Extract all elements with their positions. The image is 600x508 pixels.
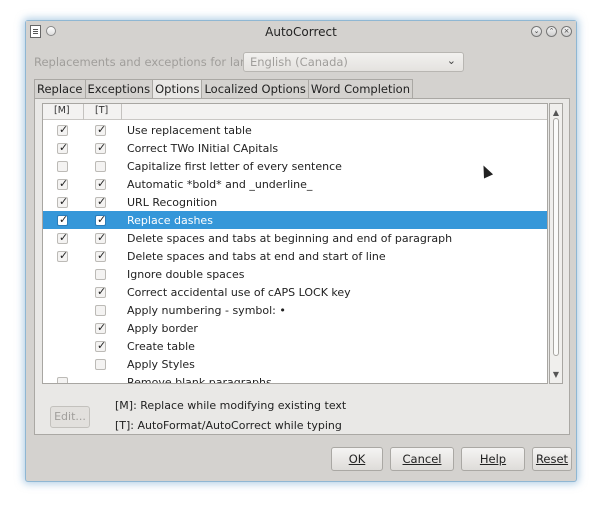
column-separator: [83, 104, 84, 120]
checkbox-m[interactable]: [57, 123, 68, 136]
tab-word-completion[interactable]: Word Completion: [307, 79, 414, 99]
checkbox-t[interactable]: [95, 249, 106, 262]
minimize-icon[interactable]: ⌄: [531, 26, 542, 37]
option-label: Delete spaces and tabs at beginning and …: [127, 232, 453, 245]
option-label: Create table: [127, 340, 195, 353]
maximize-icon[interactable]: ⌃: [546, 26, 557, 37]
option-row[interactable]: Apply border: [43, 319, 547, 337]
cancel-button[interactable]: Cancel: [390, 447, 454, 471]
checkbox-m[interactable]: [57, 249, 68, 262]
edit-button[interactable]: Edit...: [50, 406, 90, 428]
tab-localized-options[interactable]: Localized Options: [201, 79, 309, 99]
language-selected-value: English (Canada): [250, 55, 348, 69]
option-label: Apply Styles: [127, 358, 195, 371]
scroll-thumb[interactable]: [553, 118, 559, 356]
close-icon[interactable]: ×: [561, 26, 572, 37]
vertical-scrollbar[interactable]: ▲ ▼: [549, 103, 563, 384]
checkbox-t[interactable]: [95, 213, 106, 226]
option-label: Remove blank paragraphs: [127, 376, 272, 384]
scroll-down-icon[interactable]: ▼: [551, 369, 561, 380]
option-row[interactable]: Correct TWo INitial CApitals: [43, 139, 547, 157]
checkbox-t[interactable]: [95, 321, 106, 334]
column-header-m[interactable]: [M]: [54, 105, 70, 116]
checkbox-m[interactable]: [57, 141, 68, 154]
checkbox-t[interactable]: [95, 177, 106, 190]
option-row[interactable]: Correct accidental use of cAPS LOCK key: [43, 283, 547, 301]
option-row[interactable]: Use replacement table: [43, 121, 547, 139]
options-list[interactable]: [M] [T] Use replacement table Correct TWo…: [42, 103, 548, 384]
checkbox-t[interactable]: [95, 161, 106, 172]
option-row[interactable]: Automatic *bold* and _underline_: [43, 175, 547, 193]
option-row[interactable]: Delete spaces and tabs at end and start …: [43, 247, 547, 265]
title-bar[interactable]: AutoCorrect ⌄ ⌃ ×: [26, 21, 576, 43]
checkbox-m[interactable]: [57, 231, 68, 244]
option-row[interactable]: Replace dashes: [43, 211, 547, 229]
window-title: AutoCorrect: [265, 25, 337, 39]
option-row[interactable]: Remove blank paragraphs: [43, 373, 547, 384]
options-panel: [M] [T] Use replacement table Correct TWo…: [34, 98, 570, 435]
checkbox-t[interactable]: [95, 269, 106, 280]
option-label: Apply numbering - symbol: •: [127, 304, 286, 317]
scroll-up-icon[interactable]: ▲: [551, 107, 561, 118]
tab-options[interactable]: Options: [152, 79, 203, 100]
checkbox-t[interactable]: [95, 231, 106, 244]
option-label: Ignore double spaces: [127, 268, 245, 281]
option-label: Correct accidental use of cAPS LOCK key: [127, 286, 351, 299]
checkbox-t[interactable]: [95, 141, 106, 154]
list-header: [M] [T]: [43, 104, 547, 120]
tab-replace[interactable]: Replace: [34, 79, 86, 99]
option-label: Delete spaces and tabs at end and start …: [127, 250, 386, 263]
ok-button-label: OK: [348, 452, 366, 466]
reset-button[interactable]: Reset: [532, 447, 572, 471]
option-label: Replace dashes: [127, 214, 213, 227]
cancel-button-label: Cancel: [402, 452, 442, 466]
checkbox-m[interactable]: [57, 195, 68, 208]
reset-button-label: Reset: [535, 452, 569, 466]
legend-m: [M]: Replace while modifying existing te…: [115, 399, 347, 412]
option-label: Capitalize first letter of every sentenc…: [127, 160, 342, 173]
option-row[interactable]: Apply numbering - symbol: •: [43, 301, 547, 319]
option-label: Use replacement table: [127, 124, 252, 137]
option-label: Correct TWo INitial CApitals: [127, 142, 279, 155]
options-rows: Use replacement table Correct TWo INitial…: [43, 121, 547, 384]
column-header-t[interactable]: [T]: [95, 105, 108, 116]
option-row[interactable]: Ignore double spaces: [43, 265, 547, 283]
checkbox-m[interactable]: [57, 177, 68, 190]
help-button[interactable]: Help: [461, 447, 525, 471]
option-row[interactable]: Create table: [43, 337, 547, 355]
language-select[interactable]: English (Canada) ⌄: [243, 52, 464, 72]
legend-t: [T]: AutoFormat/AutoCorrect while typing: [115, 419, 342, 432]
checkbox-m[interactable]: [57, 377, 68, 383]
ok-button[interactable]: OK: [331, 447, 383, 471]
option-label: Apply border: [127, 322, 198, 335]
help-button-label: Help: [479, 452, 507, 466]
checkbox-t[interactable]: [95, 305, 106, 316]
option-row[interactable]: Apply Styles: [43, 355, 547, 373]
checkbox-t[interactable]: [95, 339, 106, 352]
option-row[interactable]: Capitalize first letter of every sentenc…: [43, 157, 547, 175]
checkbox-m[interactable]: [57, 213, 68, 226]
tab-exceptions[interactable]: Exceptions: [84, 79, 154, 99]
checkbox-t[interactable]: [95, 285, 106, 298]
checkbox-t[interactable]: [95, 123, 106, 136]
language-row: Replacements and exceptions for language…: [34, 52, 574, 72]
option-label: Automatic *bold* and _underline_: [127, 178, 313, 191]
checkbox-t[interactable]: [95, 195, 106, 208]
chevron-down-icon: ⌄: [446, 54, 456, 67]
tab-bar: Replace Exceptions Options Localized Opt…: [34, 79, 414, 100]
option-row[interactable]: Delete spaces and tabs at beginning and …: [43, 229, 547, 247]
option-label: URL Recognition: [127, 196, 218, 209]
option-row[interactable]: URL Recognition: [43, 193, 547, 211]
checkbox-m[interactable]: [57, 161, 68, 172]
column-separator: [121, 104, 122, 120]
checkbox-t[interactable]: [95, 359, 106, 370]
autocorrect-dialog: AutoCorrect ⌄ ⌃ × Replacements and excep…: [25, 20, 577, 482]
